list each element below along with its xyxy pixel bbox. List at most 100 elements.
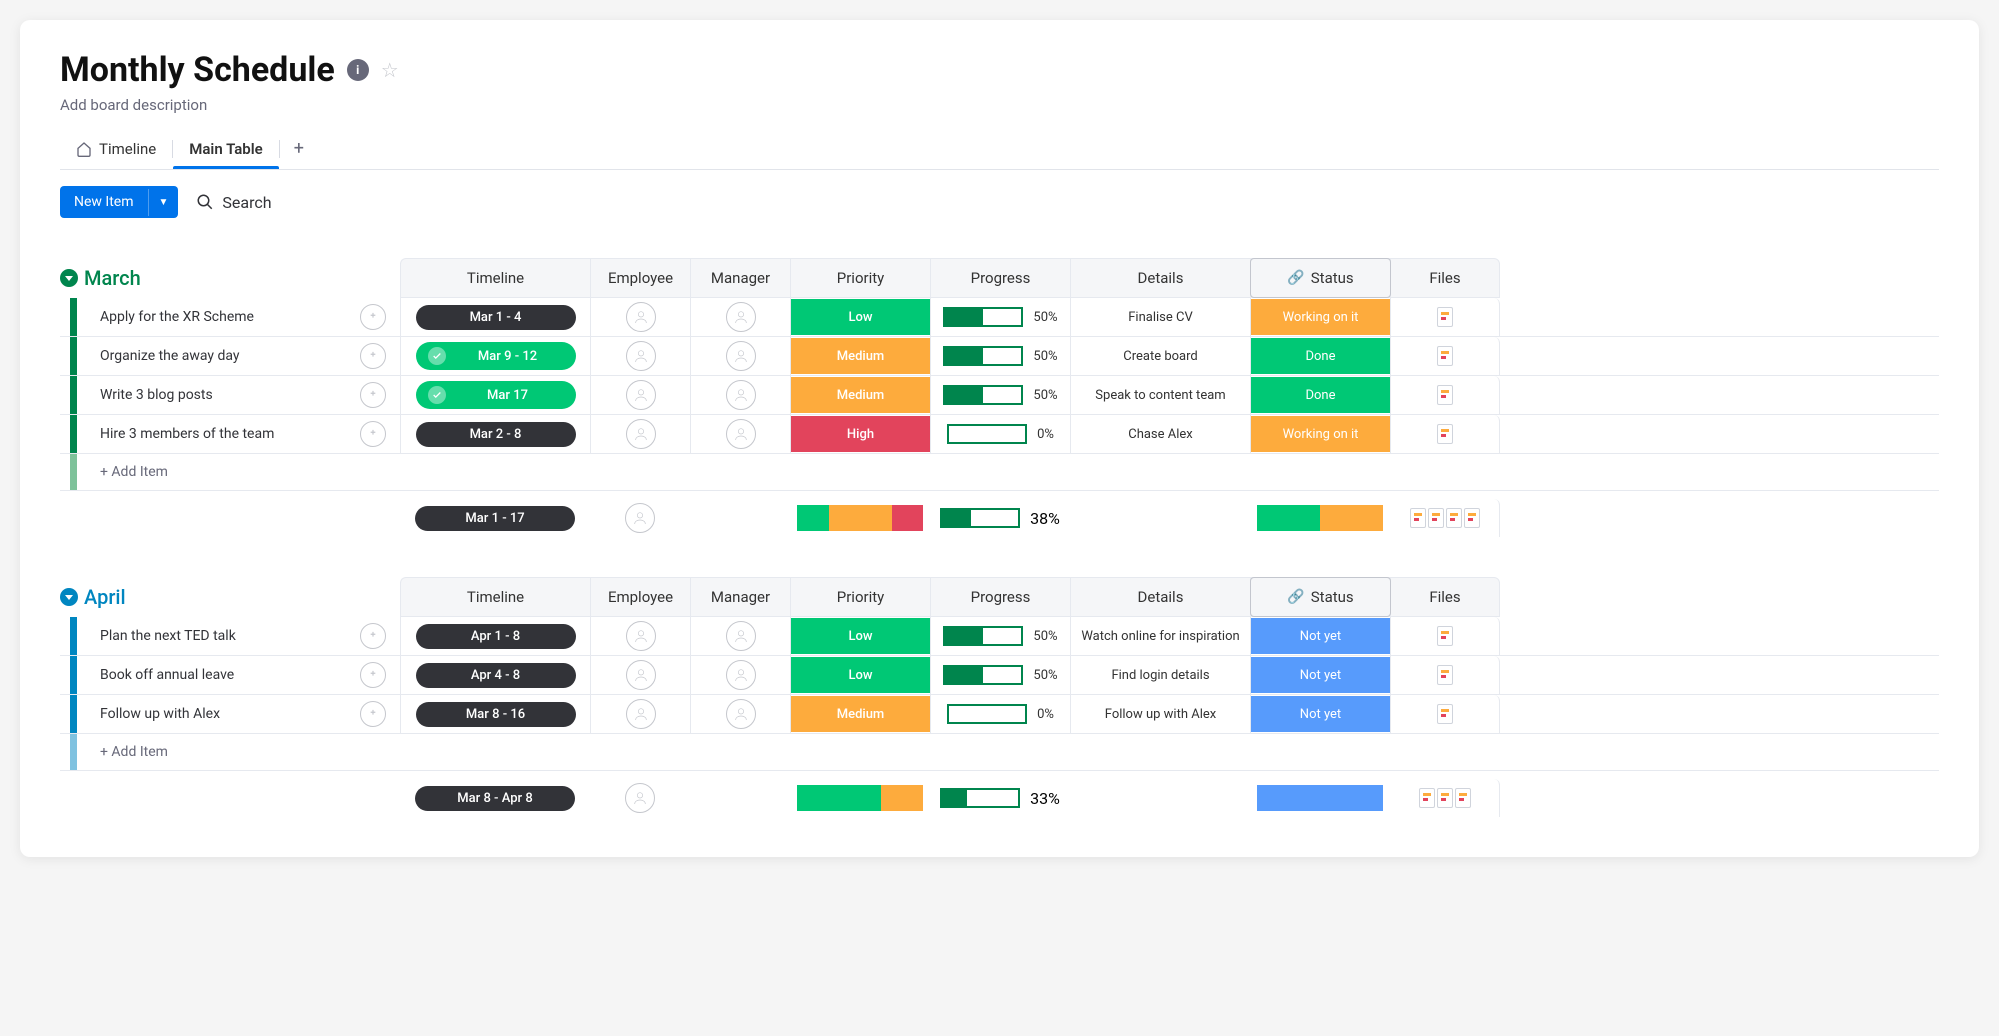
- col-priority-header[interactable]: Priority: [790, 258, 930, 298]
- add-update-icon[interactable]: [360, 382, 386, 408]
- item-name[interactable]: Organize the away day: [88, 338, 360, 374]
- files-cell[interactable]: [1390, 617, 1500, 655]
- manager-cell[interactable]: [690, 337, 790, 375]
- item-name[interactable]: Apply for the XR Scheme: [88, 299, 360, 335]
- col-progress-header[interactable]: Progress: [930, 577, 1070, 617]
- priority-cell[interactable]: Medium: [790, 337, 930, 375]
- manager-cell[interactable]: [690, 376, 790, 414]
- col-details-header[interactable]: Details: [1070, 577, 1250, 617]
- col-timeline-header[interactable]: Timeline: [400, 258, 590, 298]
- col-status-header[interactable]: 🔗Status: [1250, 258, 1390, 298]
- col-status-header[interactable]: 🔗Status: [1250, 577, 1390, 617]
- details-cell[interactable]: Chase Alex: [1070, 415, 1250, 453]
- search-button[interactable]: Search: [196, 193, 271, 212]
- add-update-icon[interactable]: [360, 343, 386, 369]
- add-update-icon[interactable]: [360, 662, 386, 688]
- files-cell[interactable]: [1390, 298, 1500, 336]
- details-cell[interactable]: Follow up with Alex: [1070, 695, 1250, 733]
- manager-cell[interactable]: [690, 298, 790, 336]
- add-update-icon[interactable]: [360, 304, 386, 330]
- status-cell[interactable]: Not yet: [1250, 656, 1390, 694]
- details-cell[interactable]: Find login details: [1070, 656, 1250, 694]
- item-name[interactable]: Hire 3 members of the team: [88, 416, 360, 452]
- progress-cell[interactable]: 0%: [930, 695, 1070, 733]
- manager-cell[interactable]: [690, 617, 790, 655]
- timeline-cell[interactable]: Mar 8 - 16: [400, 695, 590, 733]
- files-cell[interactable]: [1390, 337, 1500, 375]
- item-name[interactable]: Book off annual leave: [88, 657, 360, 693]
- item-name[interactable]: Plan the next TED talk: [88, 618, 360, 654]
- new-item-dropdown[interactable]: ▼: [148, 189, 179, 216]
- timeline-cell[interactable]: Mar 1 - 4: [400, 298, 590, 336]
- files-cell[interactable]: [1390, 656, 1500, 694]
- board-description[interactable]: Add board description: [60, 96, 1939, 114]
- details-cell[interactable]: Watch online for inspiration: [1070, 617, 1250, 655]
- timeline-pill[interactable]: Mar 2 - 8: [416, 422, 576, 447]
- group-name[interactable]: April: [84, 585, 126, 609]
- priority-cell[interactable]: Low: [790, 617, 930, 655]
- timeline-cell[interactable]: Apr 4 - 8: [400, 656, 590, 694]
- files-cell[interactable]: [1390, 415, 1500, 453]
- timeline-pill[interactable]: Apr 1 - 8: [416, 624, 576, 649]
- priority-cell[interactable]: High: [790, 415, 930, 453]
- tab-timeline[interactable]: Timeline: [60, 130, 172, 168]
- employee-cell[interactable]: [590, 376, 690, 414]
- add-item-button[interactable]: + Add Item: [60, 734, 1939, 771]
- col-files-header[interactable]: Files: [1390, 258, 1500, 298]
- employee-cell[interactable]: [590, 415, 690, 453]
- details-cell[interactable]: Create board: [1070, 337, 1250, 375]
- tab-main-table[interactable]: Main Table: [173, 130, 278, 168]
- timeline-pill[interactable]: Mar 1 - 4: [416, 305, 576, 330]
- col-timeline-header[interactable]: Timeline: [400, 577, 590, 617]
- status-cell[interactable]: Working on it: [1250, 298, 1390, 336]
- col-employee-header[interactable]: Employee: [590, 577, 690, 617]
- add-update-icon[interactable]: [360, 701, 386, 727]
- priority-cell[interactable]: Low: [790, 656, 930, 694]
- new-item-button[interactable]: New Item ▼: [60, 186, 178, 218]
- manager-cell[interactable]: [690, 695, 790, 733]
- col-files-header[interactable]: Files: [1390, 577, 1500, 617]
- priority-cell[interactable]: Medium: [790, 376, 930, 414]
- details-cell[interactable]: Finalise CV: [1070, 298, 1250, 336]
- timeline-cell[interactable]: Apr 1 - 8: [400, 617, 590, 655]
- progress-cell[interactable]: 50%: [930, 376, 1070, 414]
- timeline-pill[interactable]: Mar 8 - 16: [416, 702, 576, 727]
- collapse-icon[interactable]: [60, 269, 78, 287]
- col-priority-header[interactable]: Priority: [790, 577, 930, 617]
- employee-cell[interactable]: [590, 695, 690, 733]
- timeline-cell[interactable]: Mar 9 - 12: [400, 337, 590, 375]
- employee-cell[interactable]: [590, 617, 690, 655]
- status-cell[interactable]: Done: [1250, 376, 1390, 414]
- group-name[interactable]: March: [84, 266, 141, 290]
- add-item-button[interactable]: + Add Item: [60, 454, 1939, 491]
- status-cell[interactable]: Working on it: [1250, 415, 1390, 453]
- add-update-icon[interactable]: [360, 421, 386, 447]
- board-title[interactable]: Monthly Schedule: [60, 50, 335, 90]
- col-progress-header[interactable]: Progress: [930, 258, 1070, 298]
- manager-cell[interactable]: [690, 415, 790, 453]
- timeline-pill[interactable]: Mar 9 - 12: [416, 342, 576, 370]
- employee-cell[interactable]: [590, 298, 690, 336]
- progress-cell[interactable]: 0%: [930, 415, 1070, 453]
- employee-cell[interactable]: [590, 656, 690, 694]
- add-update-icon[interactable]: [360, 623, 386, 649]
- col-details-header[interactable]: Details: [1070, 258, 1250, 298]
- timeline-cell[interactable]: Mar 2 - 8: [400, 415, 590, 453]
- col-manager-header[interactable]: Manager: [690, 577, 790, 617]
- progress-cell[interactable]: 50%: [930, 298, 1070, 336]
- progress-cell[interactable]: 50%: [930, 617, 1070, 655]
- col-employee-header[interactable]: Employee: [590, 258, 690, 298]
- star-icon[interactable]: ☆: [381, 58, 399, 82]
- files-cell[interactable]: [1390, 695, 1500, 733]
- progress-cell[interactable]: 50%: [930, 337, 1070, 375]
- priority-cell[interactable]: Medium: [790, 695, 930, 733]
- timeline-pill[interactable]: Apr 4 - 8: [416, 663, 576, 688]
- details-cell[interactable]: Speak to content team: [1070, 376, 1250, 414]
- files-cell[interactable]: [1390, 376, 1500, 414]
- item-name[interactable]: Write 3 blog posts: [88, 377, 360, 413]
- col-manager-header[interactable]: Manager: [690, 258, 790, 298]
- employee-cell[interactable]: [590, 337, 690, 375]
- add-view-button[interactable]: +: [280, 128, 318, 169]
- timeline-cell[interactable]: Mar 17: [400, 376, 590, 414]
- progress-cell[interactable]: 50%: [930, 656, 1070, 694]
